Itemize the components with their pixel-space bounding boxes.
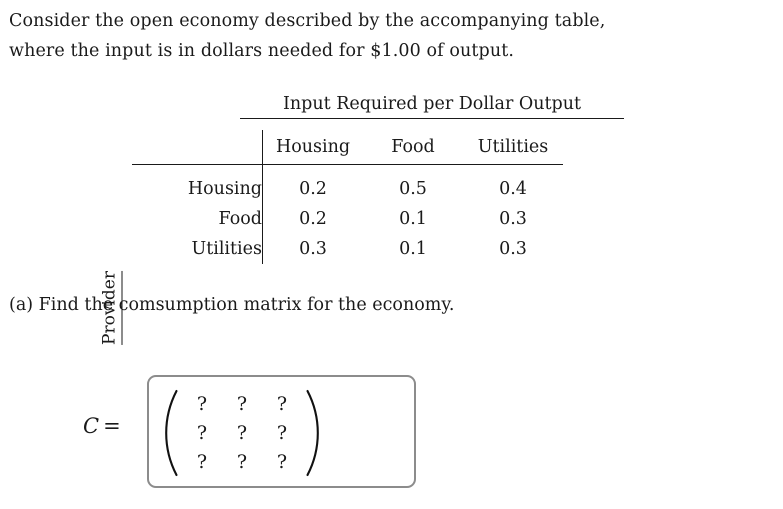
matrix-cell-r3c1: ? [196, 450, 208, 473]
row-header-housing: Housing [132, 174, 263, 204]
table-title: Input Required per Dollar Output [240, 92, 624, 119]
matrix-cell-r3c2: ? [236, 450, 248, 473]
rule-cell-2 [363, 164, 463, 174]
rule-stub [132, 164, 263, 174]
answer-input-box[interactable]: ? ? ? ? ? ? ? ? ? [147, 375, 416, 488]
matrix-cells: ? ? ? ? ? ? ? ? ? [182, 390, 302, 477]
row-header-utilities: Utilities [132, 234, 263, 264]
matrix-cell-r3c3: ? [276, 450, 288, 473]
cell-utilities-utilities: 0.3 [499, 239, 527, 259]
cell-food-housing: 0.2 [299, 209, 327, 229]
column-header-utilities: Utilities [477, 137, 549, 157]
question-part-a: (a) Find the comsumption matrix for the … [9, 295, 455, 315]
rule-cell-1 [262, 164, 363, 174]
problem-statement: Consider the open economy described by t… [9, 6, 779, 66]
cell-utilities-housing: 0.3 [299, 239, 327, 259]
matrix-cell-r1c1: ? [196, 392, 208, 415]
table-rule-row [132, 164, 563, 174]
problem-line-2: where the input is in dollars needed for… [9, 41, 514, 61]
cell-housing-utilities: 0.4 [499, 179, 527, 199]
matrix-cell-r1c3: ? [276, 392, 288, 415]
column-header-food: Food [391, 137, 435, 157]
row-header-food: Food [132, 204, 263, 234]
answer-area: C = ? ? ? ? ? ? ? ? ? [0, 372, 783, 494]
rule-cell-3 [463, 164, 563, 174]
left-parenthesis-icon [163, 389, 179, 477]
input-requirement-table: Input Required per Dollar Output Provide… [0, 92, 783, 345]
matrix-cell-r2c3: ? [276, 421, 288, 444]
table-header-row: Housing Food Utilities [132, 130, 563, 165]
matrix-cell-r2c2: ? [236, 421, 248, 444]
table-grid: Housing Food Utilities Housing 0.2 0.5 0… [132, 130, 592, 264]
table-row: Utilities 0.3 0.1 0.3 [132, 234, 563, 264]
table-corner-cell [132, 130, 263, 165]
cell-food-utilities: 0.3 [499, 209, 527, 229]
table-row: Housing 0.2 0.5 0.4 [132, 174, 563, 204]
right-parenthesis-icon [305, 389, 321, 477]
cell-housing-food: 0.5 [399, 179, 427, 199]
table-row: Food 0.2 0.1 0.3 [132, 204, 563, 234]
matrix-3x3: ? ? ? ? ? ? ? ? ? [163, 388, 321, 478]
cell-food-food: 0.1 [399, 209, 427, 229]
matrix-cell-r2c1: ? [196, 421, 208, 444]
column-header-housing: Housing [275, 137, 351, 157]
cell-utilities-food: 0.1 [399, 239, 427, 259]
matrix-variable-label: C = [83, 414, 121, 438]
equals-sign: = [103, 414, 121, 438]
cell-housing-housing: 0.2 [299, 179, 327, 199]
matrix-cell-r1c2: ? [236, 392, 248, 415]
variable-c: C [83, 414, 100, 438]
problem-line-1: Consider the open economy described by t… [9, 11, 606, 31]
